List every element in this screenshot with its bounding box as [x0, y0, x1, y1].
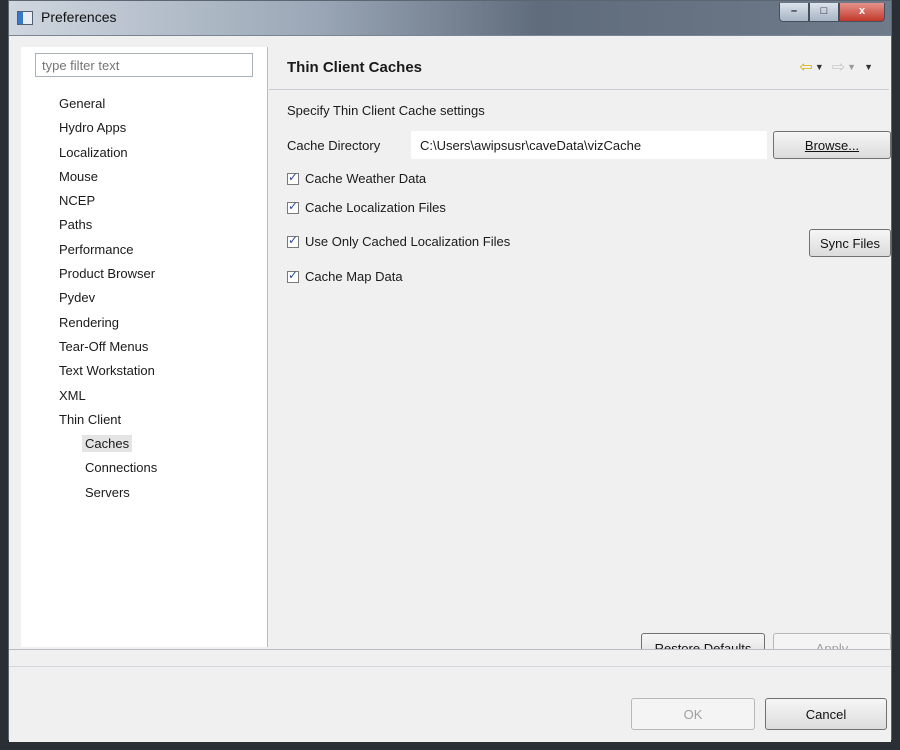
filter-input[interactable] [35, 53, 253, 77]
minimize-button[interactable]: – [779, 3, 809, 22]
tree-item-pydev[interactable]: Pydev [59, 287, 157, 311]
tree-item-hydro-apps[interactable]: Hydro Apps [59, 117, 157, 141]
use-only-cached-localization-files-checkbox[interactable]: Use Only Cached Localization Files [287, 233, 511, 249]
back-arrow-icon[interactable]: ⇦ [799, 57, 812, 77]
preference-tree: General Hydro Apps Localization Mouse NC… [59, 93, 157, 506]
tree-item-label: General [59, 96, 106, 111]
browse-button-label: Browse... [804, 137, 860, 153]
checkbox-checked-icon [287, 268, 299, 283]
dialog-button-bar: OK Cancel [9, 649, 891, 742]
tree-item-label: Rendering [59, 314, 119, 330]
tree-item-caches[interactable]: Caches [59, 433, 157, 457]
tree-item-general[interactable]: General [59, 93, 157, 117]
page-title: Thin Client Caches [287, 59, 423, 76]
cache-map-data-checkbox[interactable]: Cache Map Data [287, 268, 403, 284]
tree-item-label: Performance [59, 241, 134, 257]
back-dropdown-icon[interactable]: ▼ [815, 62, 824, 72]
tree-item-label: Thin Client [59, 411, 122, 427]
sync-files-button[interactable]: Sync Files [809, 229, 891, 257]
checkbox-label: Use Only Cached Localization Files [305, 234, 511, 249]
tree-item-text-workstation[interactable]: Text Workstation [59, 360, 157, 384]
tree-item-paths[interactable]: Paths [59, 214, 157, 238]
window-title: Preferences [41, 9, 117, 25]
tree-item-label: Pydev [59, 290, 96, 306]
tree-item-servers[interactable]: Servers [59, 482, 157, 506]
tree-item-localization[interactable]: Localization [59, 142, 157, 166]
tree-item-label: Localization [59, 144, 128, 160]
tree-item-label: Mouse [59, 168, 99, 184]
page-header: Thin Client Caches ⇦ ▼ ⇨ ▼ ▼ [269, 47, 889, 90]
preference-page-panel: Thin Client Caches ⇦ ▼ ⇨ ▼ ▼ Specify Thi… [269, 47, 891, 663]
divider [9, 666, 891, 667]
browse-button[interactable]: Browse... [773, 131, 891, 159]
tree-item-mouse[interactable]: Mouse [59, 166, 157, 190]
ok-button[interactable]: OK [631, 698, 755, 730]
tree-item-connections[interactable]: Connections [59, 457, 157, 481]
window-controls: – □ x [779, 3, 885, 22]
checkbox-label: Cache Localization Files [305, 200, 446, 215]
cancel-button[interactable]: Cancel [765, 698, 887, 730]
tree-item-label: XML [59, 387, 86, 403]
tree-item-label: Tear-Off Menus [59, 338, 149, 354]
preference-tree-panel: General Hydro Apps Localization Mouse NC… [21, 47, 268, 647]
tree-item-thin-client[interactable]: Thin Client [59, 409, 157, 433]
checkbox-checked-icon [287, 170, 299, 185]
tree-item-label: Servers [85, 484, 130, 500]
tree-item-ncep[interactable]: NCEP [59, 190, 157, 214]
tree-item-label: Connections [85, 460, 158, 476]
maximize-button[interactable]: □ [809, 3, 839, 22]
view-menu-icon[interactable]: ▼ [864, 62, 873, 72]
history-navigation: ⇦ ▼ ⇨ ▼ ▼ [799, 57, 879, 77]
page-description: Specify Thin Client Cache settings [287, 103, 485, 118]
cache-localization-files-checkbox[interactable]: Cache Localization Files [287, 199, 446, 215]
cache-weather-data-checkbox[interactable]: Cache Weather Data [287, 170, 427, 186]
checkbox-label: Cache Weather Data [305, 171, 427, 186]
tree-item-label: Text Workstation [59, 363, 155, 379]
tree-item-label: Paths [59, 217, 93, 233]
tree-item-xml[interactable]: XML [59, 385, 157, 409]
checkbox-label: Cache Map Data [305, 269, 403, 284]
preferences-window: Preferences – □ x General Hydro Apps Loc… [8, 0, 892, 742]
checkbox-checked-icon [287, 233, 299, 248]
app-icon [17, 11, 33, 25]
tree-item-performance[interactable]: Performance [59, 239, 157, 263]
tree-item-label: Product Browser [59, 266, 156, 282]
close-button[interactable]: x [839, 3, 885, 22]
tree-item-product-browser[interactable]: Product Browser [59, 263, 157, 287]
forward-dropdown-icon[interactable]: ▼ [847, 62, 856, 72]
cache-directory-label: Cache Directory [287, 138, 381, 153]
tree-item-tear-off-menus[interactable]: Tear-Off Menus [59, 336, 157, 360]
tree-item-rendering[interactable]: Rendering [59, 312, 157, 336]
tree-item-label: Caches [82, 435, 133, 453]
title-bar[interactable]: Preferences – □ x [9, 1, 891, 36]
cache-directory-input[interactable] [411, 131, 767, 159]
checkbox-checked-icon [287, 199, 299, 214]
forward-arrow-icon[interactable]: ⇨ [832, 57, 845, 77]
tree-item-label: NCEP [59, 193, 96, 209]
tree-item-label: Hydro Apps [59, 120, 127, 136]
